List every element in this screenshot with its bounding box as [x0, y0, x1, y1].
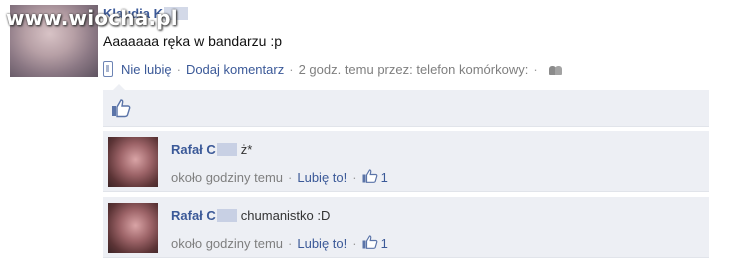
- comment-avatar[interactable]: [108, 137, 158, 187]
- comment-text: chumanistko :D: [240, 208, 331, 223]
- friends-privacy-icon[interactable]: [548, 64, 563, 75]
- like-link[interactable]: Lubię to!: [297, 236, 347, 251]
- separator-dot: ·: [289, 61, 294, 77]
- comment-text: ż*: [240, 142, 253, 157]
- separator-dot: ·: [288, 236, 293, 251]
- mobile-phone-icon: [103, 61, 113, 77]
- comment-author-name[interactable]: Rafał C: [171, 142, 216, 157]
- separator-dot: ·: [288, 170, 293, 185]
- separator-dot: ·: [176, 61, 181, 77]
- separator-dot: ·: [352, 170, 357, 185]
- like-count[interactable]: 1: [381, 170, 388, 185]
- comment-time[interactable]: około godziny temu: [171, 236, 283, 251]
- comment-time[interactable]: około godziny temu: [171, 170, 283, 185]
- watermark: www.wiocha.pl: [6, 6, 178, 30]
- comment-avatar[interactable]: [108, 203, 158, 253]
- comment-meta: około godziny temu · Lubię to! · 1: [171, 235, 388, 252]
- add-comment-link[interactable]: Dodaj komentarz: [186, 62, 284, 77]
- thumbs-up-icon: [111, 98, 131, 123]
- comment-author: Rafał C chumanistko :D: [171, 208, 330, 223]
- separator-dot: ·: [352, 236, 357, 251]
- comment-author-name[interactable]: Rafał C: [171, 208, 216, 223]
- comment: Rafał C ż* około godziny temu · Lubię to!…: [103, 131, 709, 192]
- comment-author: Rafał C ż*: [171, 142, 252, 157]
- post-time[interactable]: 2 godz. temu przez: telefon komórkowy:: [299, 62, 529, 77]
- thumbs-up-icon[interactable]: [362, 235, 378, 252]
- like-count[interactable]: 1: [381, 236, 388, 251]
- comment-meta: około godziny temu · Lubię to! · 1: [171, 169, 388, 186]
- likes-bar: [103, 90, 709, 127]
- redaction-block: [216, 143, 237, 156]
- comment: Rafał C chumanistko :D około godziny temu…: [103, 197, 709, 258]
- redaction-block: [216, 209, 237, 222]
- post-meta: Nie lubię · Dodaj komentarz · 2 godz. te…: [103, 61, 563, 77]
- like-link[interactable]: Lubię to!: [297, 170, 347, 185]
- separator-dot: ·: [533, 61, 538, 77]
- unlike-link[interactable]: Nie lubię: [121, 62, 172, 77]
- post-text: Aaaaaaa ręka w bandarzu :p: [103, 33, 283, 49]
- thumbs-up-icon[interactable]: [362, 169, 378, 186]
